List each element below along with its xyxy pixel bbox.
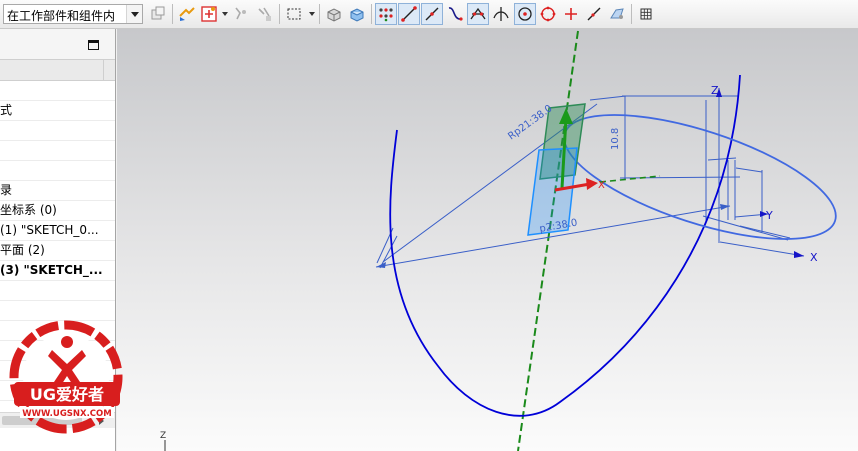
graphics-window[interactable]: Rp21:38.0 10.8 p2:38.0 Z Y X X Z Y [117, 29, 858, 451]
toolbar: 在工作部件和组件内 [0, 0, 858, 29]
quadrant-point-icon[interactable] [537, 3, 559, 25]
tangent-icon[interactable] [490, 3, 512, 25]
navigator-row[interactable] [0, 81, 115, 101]
navigator-row[interactable]: 坐标系 (0) [0, 201, 115, 221]
navigator-row[interactable] [0, 161, 115, 181]
model-scene: Rp21:38.0 10.8 p2:38.0 Z Y X X Z Y [160, 30, 837, 451]
navigator-row[interactable]: 式 [0, 101, 115, 121]
spline-icon[interactable] [444, 3, 466, 25]
navigator-column-header[interactable] [0, 59, 115, 81]
snap-point-icon[interactable] [198, 3, 220, 25]
ugsnx-watermark: UG爱好者 WWW.UGSNX.COM [6, 320, 130, 444]
line-alt-icon[interactable] [421, 3, 443, 25]
navigator-row[interactable]: (3) "SKETCH_... [0, 261, 115, 281]
selection-scope-dropdown[interactable]: 在工作部件和组件内 [3, 4, 143, 24]
shaded-view-icon[interactable] [323, 3, 345, 25]
intersection-point-icon[interactable] [467, 3, 489, 25]
line-icon[interactable] [398, 3, 420, 25]
origin-x-label: X [598, 180, 605, 191]
selection-scope-value: 在工作部件和组件内 [7, 9, 116, 23]
watermark-url: WWW.UGSNX.COM [22, 409, 111, 419]
selection-filter-icon[interactable] [147, 3, 169, 25]
navigator-row[interactable] [0, 121, 115, 141]
navigator-titlebar [0, 29, 115, 59]
rectangle-select-icon[interactable] [283, 3, 305, 25]
point-on-curve-icon[interactable] [583, 3, 605, 25]
existing-point-icon[interactable] [560, 3, 582, 25]
navigator-row[interactable]: 录 [0, 181, 115, 201]
chevron-down-icon[interactable] [126, 5, 142, 23]
dimension-vertical-label[interactable]: 10.8 [610, 128, 621, 150]
grid-icon[interactable] [606, 3, 628, 25]
view-triad-z-label: Z [160, 431, 166, 441]
csys-y-label: Y [765, 209, 773, 222]
navigator-row[interactable] [0, 281, 115, 301]
navigator-row[interactable]: (1) "SKETCH_0... [0, 221, 115, 241]
grid-icon[interactable] [635, 3, 657, 25]
navigator-row[interactable]: 平面 (2) [0, 241, 115, 261]
snap-points-icon[interactable] [375, 3, 397, 25]
arc-center-icon[interactable] [514, 3, 536, 25]
csys-x-label: X [810, 251, 818, 264]
watermark-brand: UG爱好者 [30, 385, 104, 404]
select-all-icon[interactable] [230, 3, 252, 25]
cube-view-icon[interactable] [346, 3, 368, 25]
dimension-lines [375, 88, 805, 269]
navigator-row[interactable] [0, 141, 115, 161]
show-hide-icon[interactable] [176, 3, 198, 25]
maximize-icon[interactable] [88, 40, 99, 50]
navigator-row[interactable] [0, 301, 115, 321]
csys-z-label: Z [711, 84, 719, 97]
ugsnx-logo: UG爱好者 WWW.UGSNX.COM [9, 320, 123, 434]
nx-window: 在工作部件和组件内 式 录 坐标系 (0) (1) "SKETCH_0... 平… [0, 0, 858, 451]
point-on-face-icon[interactable] [253, 3, 275, 25]
